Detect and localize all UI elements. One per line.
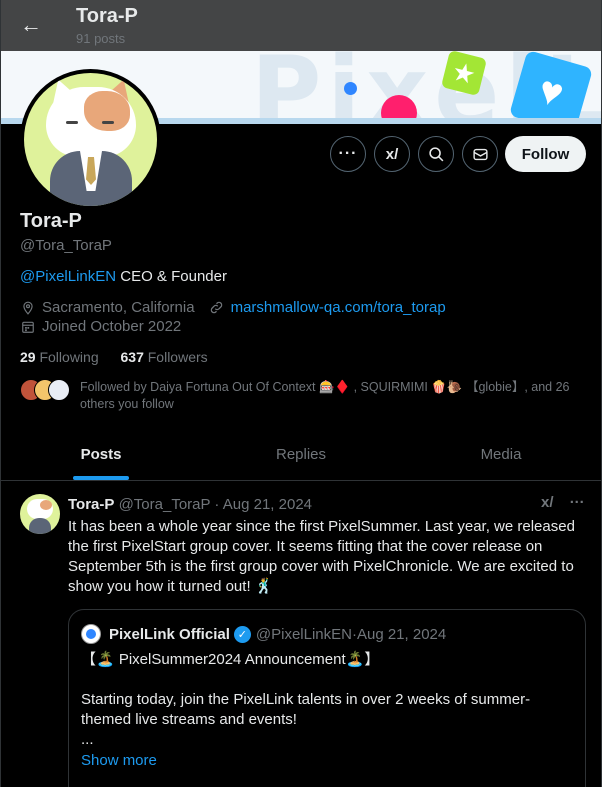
message-button[interactable] [462,136,498,172]
verified-badge-icon: ✓ [233,625,251,643]
follow-counts: 29 Following 637 Followers [20,349,208,365]
profile-meta-row: Sacramento, California marshmallow-qa.co… [20,299,446,316]
grok-button[interactable]: x/ [374,136,410,172]
link-icon [209,300,225,315]
quoted-post-body: Starting today, join the PixelLink talen… [81,691,531,728]
banner-blue-dot [344,82,357,95]
avatar-suit [29,518,51,534]
post-tools: x/ ··· [541,494,585,511]
profile-joined-row: Joined October 2022 [20,318,181,335]
avatar-eye-right [102,121,114,124]
more-icon: ··· [338,145,358,162]
avatar [24,73,157,206]
post-author-handle[interactable]: @Tora_ToraP [119,496,211,513]
header-bar: ← Tora-P 91 posts [1,0,601,51]
quoted-post-ellipsis: ... [81,731,94,748]
profile-page: PixelLink ★ ♥ ← Tora-P 91 posts ··· x/ [0,0,602,787]
message-icon [472,148,488,160]
profile-handle: @Tora_ToraP [20,237,112,254]
profile-website-link[interactable]: marshmallow-qa.com/tora_torap [231,299,446,316]
calendar-icon [20,320,36,334]
followed-by-text: Followed by Daiya Fortuna Out Of Context… [80,380,570,411]
profile-bio: @PixelLinkEN CEO & Founder [20,268,227,285]
post-author-name[interactable]: Tora-P [68,496,114,513]
tab-replies[interactable]: Replies [201,428,401,480]
post-text: It has been a whole year since the first… [68,518,575,595]
followers-link[interactable]: 637 Followers [121,349,208,365]
profile-location: Sacramento, California [42,299,195,316]
quoted-post-title: 【🏝️ PixelSummer2024 Announcement🏝️】 [81,651,380,668]
bio-mention-link[interactable]: @PixelLinkEN [20,268,116,285]
avatar-eye-left [66,121,78,124]
back-arrow-icon[interactable]: ← [15,9,47,41]
avatar-cat-patch [84,91,130,131]
quoted-post-date: Aug 21, 2024 [356,625,447,643]
location-icon [20,300,36,316]
search-icon [428,146,443,161]
avatar-cat-patch [40,500,52,510]
post-header: Tora-P @Tora_ToraP · Aug 21, 2024 [68,496,312,513]
profile-avatar[interactable] [20,69,161,210]
avatar [48,379,70,401]
followed-by-row[interactable]: Followed by Daiya Fortuna Out Of Context… [20,378,590,413]
header-title: Tora-P [76,5,138,27]
post-author-avatar[interactable] [20,494,60,534]
grok-icon[interactable]: x/ [541,494,554,511]
quoted-post-header: PixelLink Official ✓ @PixelLinkEN · Aug … [81,624,573,644]
tab-posts[interactable]: Posts [1,428,201,480]
quoted-author-handle: @PixelLinkEN [255,625,352,643]
following-link[interactable]: 29 Following [20,349,99,365]
tab-media[interactable]: Media [401,428,601,480]
followers-you-know-avatars [20,378,76,404]
separator: · [210,496,223,513]
follow-button[interactable]: Follow [505,136,586,172]
header-post-count: 91 posts [76,31,126,46]
grok-icon: x/ [385,145,399,163]
profile-name: Tora-P [20,210,82,232]
show-more-link[interactable]: Show more [81,752,573,769]
profile-tabs: Posts Replies Media [1,428,601,481]
post-date[interactable]: Aug 21, 2024 [223,496,312,513]
more-icon[interactable]: ··· [570,494,585,511]
more-button[interactable]: ··· [330,136,366,172]
search-button[interactable] [418,136,454,172]
quoted-post[interactable]: PixelLink Official ✓ @PixelLinkEN · Aug … [68,609,586,787]
profile-joined: Joined October 2022 [42,318,182,335]
quoted-author-name: PixelLink Official [109,625,230,643]
quoted-author-avatar [81,624,101,644]
bio-text: CEO & Founder [116,268,227,285]
